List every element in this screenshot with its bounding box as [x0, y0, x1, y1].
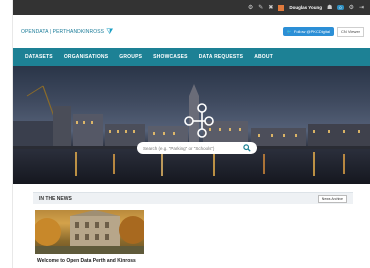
- news-section-header: IN THE NEWS News Archive: [33, 192, 353, 204]
- edit-icon[interactable]: ✎: [258, 5, 263, 11]
- nav-data-requests[interactable]: DATA REQUESTS: [199, 54, 243, 60]
- news-card-title[interactable]: Welcome to Open Data Perth and Kinross: [35, 254, 144, 264]
- user-settings-icon[interactable]: ⚙: [349, 5, 354, 11]
- tools-icon[interactable]: ✖: [268, 5, 273, 11]
- settings-icon[interactable]: ⚙: [248, 5, 253, 11]
- twitter-icon: 🐦: [286, 29, 292, 34]
- nav-organisations[interactable]: ORGANISATIONS: [64, 54, 108, 60]
- admin-user-name[interactable]: Douglas Young: [289, 5, 322, 10]
- news-archive-button[interactable]: News Archive: [317, 194, 347, 203]
- language-button[interactable]: CN Viewer: [336, 26, 364, 37]
- nav-showcases[interactable]: SHOWCASES: [153, 54, 188, 60]
- news-card-image[interactable]: [35, 210, 144, 254]
- logout-icon[interactable]: ⇥: [359, 5, 364, 11]
- header-actions: 🐦 Follow @PKCDigital CN Viewer: [282, 26, 364, 37]
- dashboard-icon[interactable]: ☗: [327, 5, 332, 11]
- site-logo[interactable]: OPENDATA | PERTHANDKINROSS ⧩: [21, 27, 113, 37]
- avatar[interactable]: [278, 4, 285, 11]
- news-card[interactable]: Welcome to Open Data Perth and Kinross: [35, 210, 144, 268]
- logo-mark-icon: ⧩: [106, 26, 114, 36]
- twitter-follow-label: Follow @PKCDigital: [293, 29, 330, 34]
- nav-groups[interactable]: GROUPS: [119, 54, 142, 60]
- browser-page: ⚙ ✎ ✖ Douglas Young ☗ 0 ⚙ ⇥ OPENDATA | P…: [12, 0, 370, 268]
- city-night-image: [13, 84, 370, 176]
- hero-banner: [13, 66, 370, 184]
- news-title: IN THE NEWS: [39, 195, 72, 202]
- nav-about[interactable]: ABOUT: [254, 54, 273, 60]
- admin-bar: ⚙ ✎ ✖ Douglas Young ☗ 0 ⚙ ⇥: [13, 0, 370, 15]
- dataset-search[interactable]: [137, 142, 257, 154]
- search-input[interactable]: [143, 145, 241, 151]
- site-header: OPENDATA | PERTHANDKINROSS ⧩ 🐦 Follow @P…: [13, 15, 370, 48]
- notification-badge[interactable]: 0: [337, 5, 344, 10]
- twitter-follow-button[interactable]: 🐦 Follow @PKCDigital: [282, 27, 334, 36]
- main-nav: DATASETS ORGANISATIONS GROUPS SHOWCASES …: [13, 48, 370, 66]
- logo-text: OPENDATA | PERTHANDKINROSS: [21, 28, 105, 35]
- search-icon[interactable]: [243, 144, 251, 152]
- nav-datasets[interactable]: DATASETS: [25, 54, 53, 60]
